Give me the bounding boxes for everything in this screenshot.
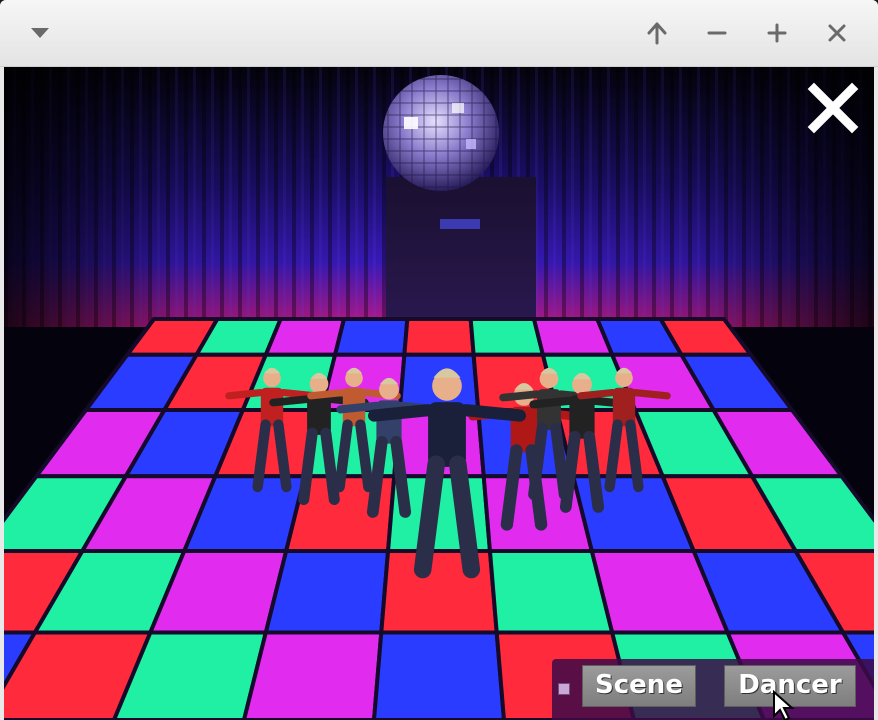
floor-tile	[262, 317, 347, 357]
close-x-icon[interactable]	[804, 79, 862, 137]
chevron-down-icon[interactable]	[23, 16, 57, 50]
mouse-cursor-icon	[773, 690, 795, 720]
floor-tile	[371, 630, 507, 720]
dj-booth	[386, 177, 536, 327]
arrow-up-icon[interactable]	[640, 16, 674, 50]
floor-tile	[241, 630, 384, 720]
scene-button[interactable]: Scene	[582, 665, 696, 707]
floor-tile	[468, 317, 546, 357]
disco-world	[4, 67, 874, 720]
maximize-icon[interactable]	[760, 16, 794, 50]
close-icon[interactable]	[820, 16, 854, 50]
game-scene[interactable]: Scene Dancer	[4, 67, 874, 720]
title-bar	[0, 0, 878, 67]
minimize-icon[interactable]	[700, 16, 734, 50]
floor-tile	[379, 548, 499, 635]
floor-tile	[402, 317, 476, 357]
floor-tile	[332, 317, 410, 357]
floor-tile	[263, 548, 391, 635]
app-window: Scene Dancer	[0, 0, 878, 720]
control-panel: Scene Dancer	[552, 659, 874, 720]
menu-grip-icon[interactable]	[558, 683, 570, 695]
